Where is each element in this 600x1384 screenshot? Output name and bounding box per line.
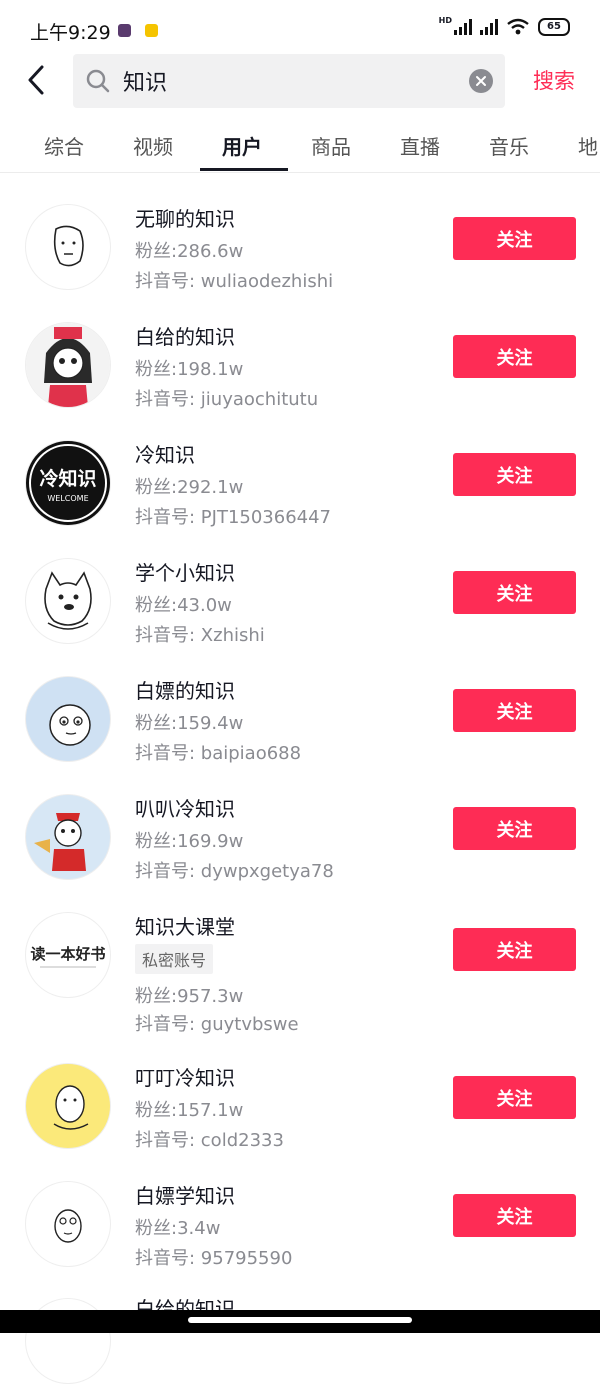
- tab-videos[interactable]: 视频: [133, 131, 173, 160]
- follow-button[interactable]: 关注: [453, 807, 576, 850]
- follow-button[interactable]: 关注: [453, 928, 576, 971]
- hd-label: HD: [438, 15, 452, 25]
- follow-button[interactable]: 关注: [453, 453, 576, 496]
- avatar[interactable]: [25, 204, 111, 290]
- notification-app-icon: [118, 24, 131, 37]
- user-name: 知识大课堂: [135, 915, 235, 939]
- douyin-id: 抖音号: jiuyaochitutu: [135, 389, 319, 410]
- doodle-face-avatar: [54, 1209, 82, 1243]
- user-name: 白嫖学知识: [135, 1184, 235, 1208]
- douyin-id: 抖音号: guytvbswe: [135, 1014, 299, 1035]
- fan-count: 粉丝:957.3w: [135, 986, 244, 1007]
- follow-button[interactable]: 关注: [453, 1194, 576, 1237]
- trumpet-cartoon-avatar: [34, 813, 86, 871]
- user-name: 冷知识: [135, 443, 195, 467]
- wifi-icon: [507, 18, 529, 35]
- active-tab-indicator: [200, 168, 288, 171]
- status-bar: 上午9:29 HD 65: [0, 0, 600, 60]
- tab-comprehensive[interactable]: 综合: [44, 131, 84, 160]
- doge-avatar: [44, 571, 92, 630]
- douyin-id: 抖音号: cold2333: [135, 1130, 284, 1151]
- close-icon: [476, 76, 486, 86]
- cold-knowledge-logo: 冷知识 WELCOME: [29, 444, 107, 522]
- search-icon: [86, 69, 110, 93]
- fan-count: 粉丝:43.0w: [135, 595, 232, 616]
- fan-count: 粉丝:286.6w: [135, 241, 244, 262]
- user-name: 无聊的知识: [135, 207, 235, 231]
- logo-title: 读一本好书: [30, 945, 105, 963]
- cell-signal-icon: [454, 19, 472, 35]
- follow-button[interactable]: 关注: [453, 217, 576, 260]
- user-name: 叭叭冷知识: [135, 797, 235, 821]
- douyin-id: 抖音号: Xzhishi: [135, 625, 265, 646]
- avatar[interactable]: [25, 794, 111, 880]
- avatar[interactable]: [25, 1181, 111, 1267]
- tab-products[interactable]: 商品: [311, 131, 351, 160]
- fan-count: 粉丝:292.1w: [135, 477, 244, 498]
- follow-button[interactable]: 关注: [453, 571, 576, 614]
- fan-count: 粉丝:157.1w: [135, 1100, 244, 1121]
- user-name: 白嫖的知识: [135, 679, 235, 703]
- follow-button[interactable]: 关注: [453, 1076, 576, 1119]
- search-input[interactable]: [123, 54, 443, 108]
- home-indicator[interactable]: [188, 1317, 412, 1323]
- avatar[interactable]: [25, 558, 111, 644]
- avatar[interactable]: 冷知识 WELCOME: [25, 440, 111, 526]
- avatar[interactable]: [25, 1063, 111, 1149]
- result-tabs: 综合 视频 用户 商品 直播 音乐 地: [0, 118, 600, 173]
- user-name: 叮叮冷知识: [135, 1066, 235, 1090]
- status-time: 上午9:29: [30, 22, 111, 44]
- fan-count: 粉丝:159.4w: [135, 713, 244, 734]
- cartoon-face-avatar: [49, 704, 91, 746]
- fan-count: 粉丝:169.9w: [135, 831, 244, 852]
- battery-icon: 65: [538, 18, 570, 36]
- tab-users[interactable]: 用户: [222, 131, 262, 160]
- follow-button[interactable]: 关注: [453, 689, 576, 732]
- navigation-bar: [0, 1310, 600, 1333]
- status-indicators: HD 65: [438, 15, 570, 36]
- fan-count: 粉丝:3.4w: [135, 1218, 221, 1239]
- cartoon-girl-avatar: [26, 323, 110, 407]
- notification-app-icon: [145, 24, 158, 37]
- user-name: 白给的知识: [135, 325, 235, 349]
- douyin-id: 抖音号: dywpxgetya78: [135, 861, 334, 882]
- tab-live[interactable]: 直播: [400, 131, 440, 160]
- follow-button[interactable]: 关注: [453, 335, 576, 378]
- private-account-badge: 私密账号: [135, 944, 214, 974]
- tab-music[interactable]: 音乐: [489, 131, 529, 160]
- meme-face-avatar: [53, 225, 84, 267]
- cell-signal-icon: [480, 19, 498, 35]
- book-logo-avatar: 读一本好书: [30, 945, 106, 968]
- yellow-cartoon-avatar: [53, 1085, 89, 1130]
- logo-subtitle: WELCOME: [47, 494, 88, 503]
- douyin-id: 抖音号: PJT150366447: [135, 507, 332, 528]
- douyin-id: 抖音号: baipiao688: [135, 743, 302, 764]
- tab-location[interactable]: 地: [578, 131, 598, 160]
- avatar[interactable]: [25, 676, 111, 762]
- logo-title: 冷知识: [39, 467, 96, 490]
- search-button[interactable]: 搜索: [533, 65, 575, 95]
- user-name: 学个小知识: [135, 561, 235, 585]
- search-header: 搜索: [0, 52, 600, 108]
- search-box[interactable]: [73, 54, 505, 108]
- back-button[interactable]: [22, 64, 52, 96]
- chevron-left-icon: [28, 65, 44, 95]
- douyin-id: 抖音号: wuliaodezhishi: [135, 271, 334, 292]
- douyin-id: 抖音号: 95795590: [135, 1248, 293, 1269]
- avatar[interactable]: [25, 322, 111, 408]
- avatar[interactable]: 读一本好书: [25, 912, 111, 998]
- clear-search-button[interactable]: [469, 69, 493, 93]
- fan-count: 粉丝:198.1w: [135, 359, 244, 380]
